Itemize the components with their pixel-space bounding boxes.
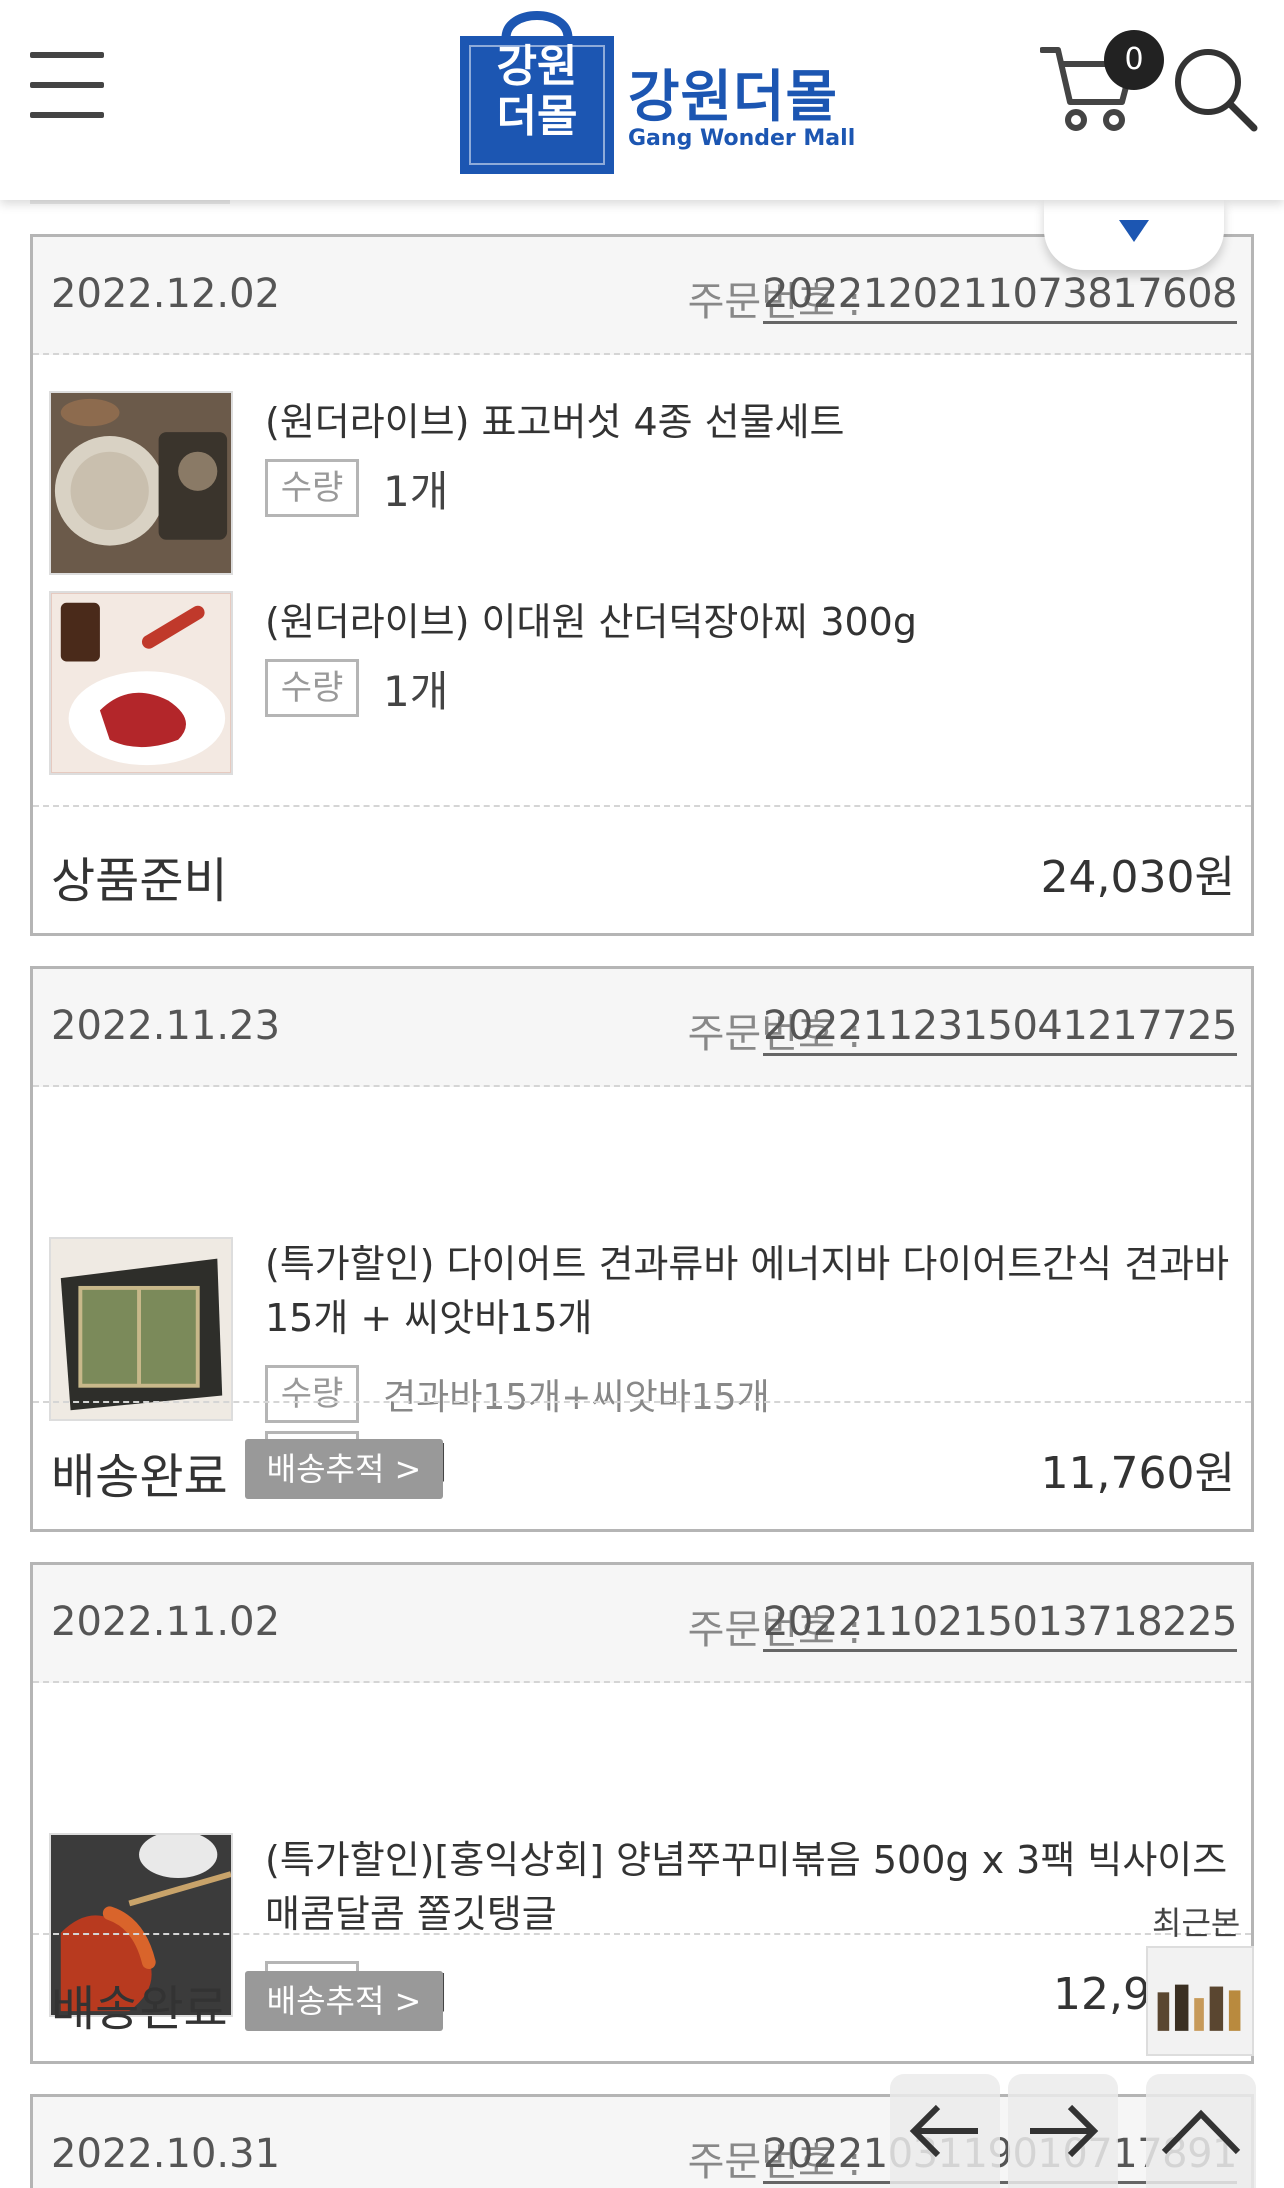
next-page-button[interactable]	[1008, 2074, 1118, 2188]
arrow-right-icon	[1030, 2104, 1099, 2158]
order-price: 24,030원	[1040, 852, 1235, 903]
order-footer: 배송완료 배송추적 > 11,760원	[33, 1401, 1251, 1529]
product-name[interactable]: (원더라이브) 이대원 산더덕장아찌 300g	[265, 595, 1235, 649]
search-icon[interactable]	[1172, 46, 1258, 132]
arrow-left-icon	[909, 2104, 978, 2158]
quantity-tag: 수량	[265, 659, 359, 717]
product-name[interactable]: (원더라이브) 표고버섯 4종 선물세트	[265, 395, 1235, 449]
site-logo[interactable]: 강원 더몰 강원더몰 Gang Wonder Mall	[460, 4, 855, 174]
order-number-link[interactable]: 2022120211073817608	[762, 271, 1238, 324]
order-card: 2022.11.02 주문번호 : 2022110215013718225 (특…	[30, 1562, 1254, 2064]
order-date: 2022.11.23	[51, 1003, 281, 1049]
site-header: 강원 더몰 강원더몰 Gang Wonder Mall 0	[0, 0, 1284, 200]
menu-icon[interactable]	[30, 50, 104, 120]
quantity-row: 수량 1개	[265, 459, 448, 517]
product-name[interactable]: (특가할인)[홍익상회] 양념쭈꾸미볶음 500g x 3팩 빅사이즈 매콤달콤…	[265, 1833, 1235, 1941]
cart-count-badge: 0	[1104, 30, 1164, 90]
triangle-down-icon	[1119, 220, 1149, 242]
order-price: 11,760원	[1040, 1448, 1235, 1499]
expand-toggle[interactable]	[1044, 200, 1224, 270]
track-delivery-button[interactable]: 배송추적 >	[245, 1439, 443, 1499]
order-number-link[interactable]: 2022110215013718225	[762, 1599, 1238, 1652]
product-thumbnail[interactable]	[49, 1237, 233, 1421]
product-thumbnail[interactable]	[49, 591, 233, 775]
logo-mark-text: 강원 더몰	[470, 42, 604, 142]
order-price: 12,9	[1053, 1969, 1151, 2020]
quantity-value: 1개	[383, 666, 449, 716]
order-date: 2022.11.02	[51, 1599, 281, 1645]
logo-name: 강원더몰	[628, 65, 839, 130]
product-thumbnail[interactable]	[49, 391, 233, 575]
order-number-link[interactable]: 2022112315041217725	[762, 1003, 1238, 1056]
order-header: 2022.11.02 주문번호 : 2022110215013718225	[33, 1565, 1251, 1683]
recently-viewed-label: 최근본	[1152, 1904, 1241, 1942]
order-status: 상품준비	[51, 853, 228, 909]
logo-mark-line: 더몰	[496, 91, 578, 142]
track-delivery-button[interactable]: 배송추적 >	[245, 1971, 443, 2031]
tab-underline	[30, 200, 230, 204]
product-name[interactable]: (특가할인) 다이어트 견과류바 에너지바 다이어트간식 견과바 15개 + 씨…	[265, 1237, 1235, 1345]
order-footer: 배송완료 배송추적 > 12,9	[33, 1933, 1251, 2061]
scroll-top-button[interactable]	[1146, 2074, 1256, 2188]
order-card: 2022.12.02 주문번호 : 2022120211073817608 (원…	[30, 234, 1254, 936]
quantity-row: 수량 1개	[265, 659, 448, 717]
recently-viewed-thumbnail[interactable]	[1146, 1946, 1254, 2056]
quantity-value: 1개	[383, 466, 449, 516]
order-status: 배송완료	[51, 1449, 228, 1505]
order-footer: 상품준비 24,030원	[33, 805, 1251, 933]
quantity-tag: 수량	[265, 459, 359, 517]
order-status: 배송완료	[51, 1981, 228, 2037]
chevron-up-icon	[1161, 2109, 1241, 2155]
logo-subtitle: Gang Wonder Mall	[628, 126, 856, 151]
previous-page-button[interactable]	[890, 2074, 1000, 2188]
order-date: 2022.10.31	[51, 2131, 281, 2177]
order-header: 2022.11.23 주문번호 : 2022112315041217725	[33, 969, 1251, 1087]
order-card: 2022.11.23 주문번호 : 2022112315041217725 (특…	[30, 966, 1254, 1532]
order-date: 2022.12.02	[51, 271, 281, 317]
